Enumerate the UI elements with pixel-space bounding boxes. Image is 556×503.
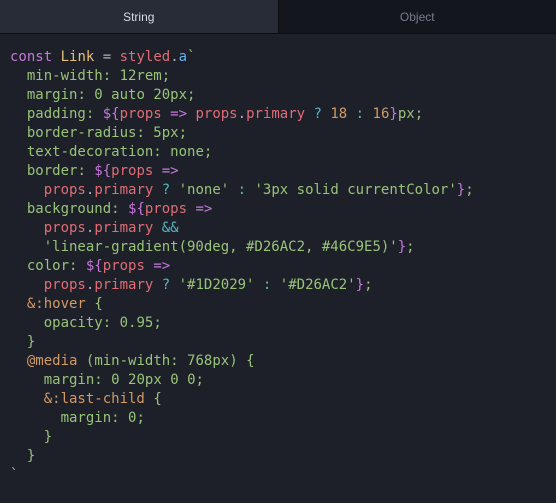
css-prop-color: color: [27, 258, 69, 274]
css-prop-border: border: [27, 163, 78, 179]
css-prop-text-decoration: text-decoration: [27, 144, 153, 160]
interp-close: }: [389, 106, 397, 122]
css-prop-opacity: opacity: [44, 315, 103, 331]
semi: ;: [415, 106, 423, 122]
identifier-styled: styled: [120, 49, 171, 65]
ternary-c: :: [347, 106, 372, 122]
css-val-0: 0: [94, 87, 102, 103]
css-val-auto: auto: [111, 87, 145, 103]
dot: .: [170, 49, 178, 65]
code-block: const Link = styled.a` min-width: 12rem;…: [0, 34, 556, 499]
identifier-link: Link: [61, 49, 95, 65]
colon: :: [86, 106, 103, 122]
unit-px: px: [398, 106, 415, 122]
semi: ;: [162, 68, 170, 84]
tag-a: a: [179, 49, 187, 65]
selector-last-child: &:last-child: [44, 391, 145, 407]
css-prop-background: background: [27, 201, 111, 217]
css-val-20px: 20px: [153, 87, 187, 103]
num-18: 18: [330, 106, 347, 122]
semi: ;: [187, 87, 195, 103]
op-assign: =: [94, 49, 119, 65]
str-border: '3px solid currentColor': [255, 182, 457, 198]
tab-object[interactable]: Object: [279, 0, 556, 33]
css-prop-border-radius: border-radius: [27, 125, 137, 141]
colon: :: [77, 87, 94, 103]
str-pink: '#D26AC2': [280, 277, 356, 293]
prop-primary: primary: [246, 106, 305, 122]
css-prop-padding: padding: [27, 106, 86, 122]
interp-open: ${: [103, 106, 120, 122]
num-16: 16: [373, 106, 390, 122]
tab-string[interactable]: String: [0, 0, 279, 33]
css-val: none: [170, 144, 204, 160]
media-val: 768px: [187, 353, 229, 369]
css-val: 5px: [153, 125, 178, 141]
selector-hover: &:hover: [27, 296, 86, 312]
css-val: 0.95: [120, 315, 154, 331]
arrow: =>: [162, 106, 196, 122]
colon: :: [103, 68, 120, 84]
css-prop-min-width: min-width: [27, 68, 103, 84]
at-media: @media: [27, 353, 78, 369]
css-prop-margin: margin: [61, 410, 112, 426]
props: props: [195, 106, 237, 122]
str-gradient: 'linear-gradient(90deg, #D26AC2, #46C9E5…: [44, 239, 398, 255]
param-props: props: [120, 106, 162, 122]
tab-bar: String Object: [0, 0, 556, 34]
str-none: 'none': [179, 182, 230, 198]
brace-open: {: [94, 296, 102, 312]
css-prop-margin: margin: [44, 372, 95, 388]
backtick-close: `: [10, 467, 18, 483]
ternary-q: ?: [305, 106, 330, 122]
css-val: 12rem: [120, 68, 162, 84]
op-and: &&: [153, 220, 178, 236]
media-feature: min-width: [94, 353, 170, 369]
backtick-open: `: [187, 49, 195, 65]
keyword-const: const: [10, 49, 52, 65]
str-dark: '#1D2029': [179, 277, 255, 293]
css-prop-margin: margin: [27, 87, 78, 103]
brace-close: }: [27, 334, 35, 350]
tab-string-label: String: [123, 10, 154, 24]
tab-object-label: Object: [400, 10, 435, 24]
